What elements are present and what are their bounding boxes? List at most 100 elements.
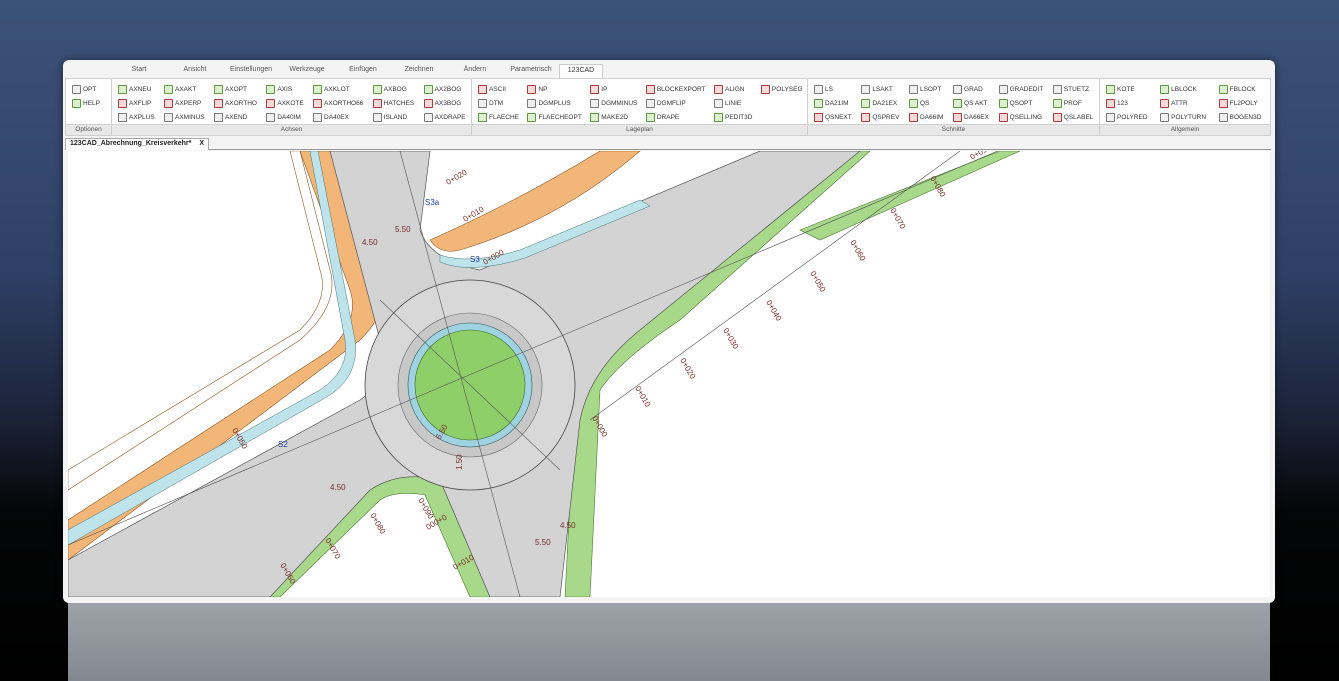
ribbon-button-da40im[interactable]: DA40IM — [266, 110, 305, 124]
command-icon — [423, 98, 433, 108]
ribbon-button-np[interactable]: NP — [527, 82, 582, 96]
ribbon-button-qselling[interactable]: QSELLING — [998, 110, 1045, 124]
ribbon-button-dgmplus[interactable]: DGMPLUS — [527, 96, 582, 110]
ribbon-button-qsopt[interactable]: QSOPT — [998, 96, 1045, 110]
ribbon-button-align[interactable]: ALIGN — [713, 82, 753, 96]
drawing-canvas[interactable]: 0+000 0+010 0+020 0+030 0+040 0+050 0+06… — [68, 151, 1270, 597]
ribbon-button-label: ISLAND — [383, 113, 408, 121]
svg-text:0+020: 0+020 — [445, 167, 469, 186]
ribbon-button-dtm[interactable]: DTM — [478, 96, 519, 110]
ribbon-button-label: QSPREV — [872, 113, 900, 121]
ribbon-button-polyseg[interactable]: POLYSEG — [760, 82, 803, 96]
command-icon — [814, 84, 823, 94]
ribbon-button-axkote[interactable]: AXKOTE — [266, 96, 305, 110]
ribbon-button-dgmminus[interactable]: DGMMINUS — [590, 96, 638, 110]
command-icon — [998, 112, 1008, 122]
ribbon-button-lsakt[interactable]: LSAKT — [861, 82, 901, 96]
ribbon-button-grad[interactable]: GRAD — [953, 82, 991, 96]
ribbon-button-axflip[interactable]: AXFLIP — [118, 96, 156, 110]
ribbon-button-axbog[interactable]: AXBOG — [372, 82, 416, 96]
tab-einstellungen[interactable]: Einstellungen — [223, 64, 279, 78]
command-icon — [372, 98, 382, 108]
ribbon-button-qs-akt[interactable]: QS AKT — [953, 96, 991, 110]
ribbon-button-flaeche[interactable]: FLAECHE — [478, 110, 519, 124]
ribbon-button-lblock[interactable]: LBLOCK — [1160, 82, 1210, 96]
ribbon-button-axneu[interactable]: AXNEU — [118, 82, 156, 96]
ribbon-button-axplus[interactable]: AXPLUS — [118, 110, 156, 124]
document-tabs: 123CAD_Abrechnung_Kreisverkehr* X — [65, 138, 1271, 150]
ribbon-button-ascii[interactable]: ASCII — [478, 82, 519, 96]
ribbon-button-ls[interactable]: LS — [814, 82, 853, 96]
ribbon-button-da66im[interactable]: DA66IM — [908, 110, 945, 124]
ribbon-button-da21ex[interactable]: DA21EX — [861, 96, 901, 110]
ribbon-button-bogen3d[interactable]: BOGEN3D — [1218, 110, 1266, 124]
ribbon-button-flaecheopt[interactable]: FLAECHEOPT — [527, 110, 582, 124]
ribbon-button-fblock[interactable]: FBLOCK — [1218, 82, 1266, 96]
tab-einfuegen[interactable]: Einfügen — [335, 64, 391, 78]
command-icon — [998, 84, 1008, 94]
ribbon-button-axortho[interactable]: AXORTHO — [213, 96, 258, 110]
ribbon-button-kote[interactable]: KOTE — [1106, 82, 1152, 96]
ribbon-button-label: AXPLUS — [129, 113, 155, 121]
ribbon-button-ax2bog[interactable]: AX2BOG — [423, 82, 467, 96]
ribbon-button-blockexport[interactable]: BLOCKEXPORT — [645, 82, 706, 96]
ribbon-button-axortho66[interactable]: AXORTHO66 — [313, 96, 365, 110]
ribbon-button-drape[interactable]: DRAPE — [645, 110, 706, 124]
ribbon-button-label: LSAKT — [872, 85, 893, 93]
ribbon-button-qslabel[interactable]: QSLABEL — [1052, 110, 1095, 124]
ribbon-button-polyred[interactable]: POLYRED — [1106, 110, 1152, 124]
ribbon-button-hatches[interactable]: HATCHES — [372, 96, 416, 110]
ribbon-button-fl2poly[interactable]: FL2POLY — [1218, 96, 1266, 110]
ribbon-button-axend[interactable]: AXEND — [213, 110, 258, 124]
tab-aendern[interactable]: Ändern — [447, 64, 503, 78]
ribbon-button-qs[interactable]: QS — [908, 96, 945, 110]
ribbon-button-pedit3d[interactable]: PEDIT3D — [713, 110, 753, 124]
ribbon-button-opt[interactable]: OPT — [72, 82, 107, 96]
ribbon-button-label: IP — [601, 85, 608, 93]
ribbon-button-axakt[interactable]: AXAKT — [163, 82, 206, 96]
tab-parametrisch[interactable]: Parametrisch — [503, 64, 559, 78]
ribbon-button-123[interactable]: 123 — [1106, 96, 1152, 110]
command-icon — [713, 84, 723, 94]
command-icon — [163, 112, 173, 122]
ribbon-button-attr[interactable]: ATTR — [1160, 96, 1210, 110]
ribbon-button-label: DGMMINUS — [601, 99, 638, 107]
ribbon-button-axperp[interactable]: AXPERP — [163, 96, 206, 110]
tab-ansicht[interactable]: Ansicht — [167, 64, 223, 78]
ribbon-button-gradedit[interactable]: GRADEDIT — [998, 82, 1045, 96]
ribbon-button-label: KOTE — [1117, 85, 1135, 93]
ribbon-button-polyturn[interactable]: POLYTURN — [1160, 110, 1210, 124]
tab-start[interactable]: Start — [111, 64, 167, 78]
tab-123cad[interactable]: 123CAD — [559, 64, 603, 78]
svg-text:0+040: 0+040 — [764, 299, 783, 323]
group-items: LS DA21IM QSNEXT LSAKT DA21EX QSPREV LSOPT QS DA… — [808, 79, 1099, 124]
group-optionen: OPT HELP Optionen — [66, 79, 112, 135]
command-icon — [814, 98, 823, 108]
command-icon — [478, 98, 487, 108]
ribbon-button-help[interactable]: HELP — [72, 96, 107, 110]
ribbon-button-axopt[interactable]: AXOPT — [213, 82, 258, 96]
ribbon-button-prof[interactable]: PROF — [1052, 96, 1095, 110]
ribbon-button-qsprev[interactable]: QSPREV — [861, 110, 901, 124]
ribbon-button-axis[interactable]: AXIS — [266, 82, 305, 96]
ribbon-button-qsnext[interactable]: QSNEXT — [814, 110, 853, 124]
ribbon-button-lsopt[interactable]: LSOPT — [908, 82, 945, 96]
tab-werkzeuge[interactable]: Werkzeuge — [279, 64, 335, 78]
ribbon-button-ip[interactable]: IP — [590, 82, 638, 96]
ribbon-button-label: FBLOCK — [1229, 85, 1256, 93]
ribbon-button-axklot[interactable]: AXKLOT — [313, 82, 365, 96]
ribbon-button-ax3bog[interactable]: AX3BOG — [423, 96, 467, 110]
ribbon-button-axminus[interactable]: AXMINUS — [163, 110, 206, 124]
ribbon-button-da21im[interactable]: DA21IM — [814, 96, 853, 110]
ribbon-button-stuetz[interactable]: STUETZ — [1052, 82, 1095, 96]
ribbon-button-da40ex[interactable]: DA40EX — [313, 110, 365, 124]
ribbon-button-dgmflip[interactable]: DGMFLIP — [645, 96, 706, 110]
ribbon-button-make2d[interactable]: MAKE2D — [590, 110, 638, 124]
ribbon-button-da66ex[interactable]: DA66EX — [953, 110, 991, 124]
tab-zeichnen[interactable]: Zeichnen — [391, 64, 447, 78]
close-icon[interactable]: X — [199, 140, 204, 149]
document-tab[interactable]: 123CAD_Abrechnung_Kreisverkehr* X — [65, 138, 210, 150]
ribbon-button-island[interactable]: ISLAND — [372, 110, 416, 124]
ribbon-button-linie[interactable]: LINIE — [713, 96, 753, 110]
ribbon-button-axdrape[interactable]: AXDRAPE — [423, 110, 467, 124]
